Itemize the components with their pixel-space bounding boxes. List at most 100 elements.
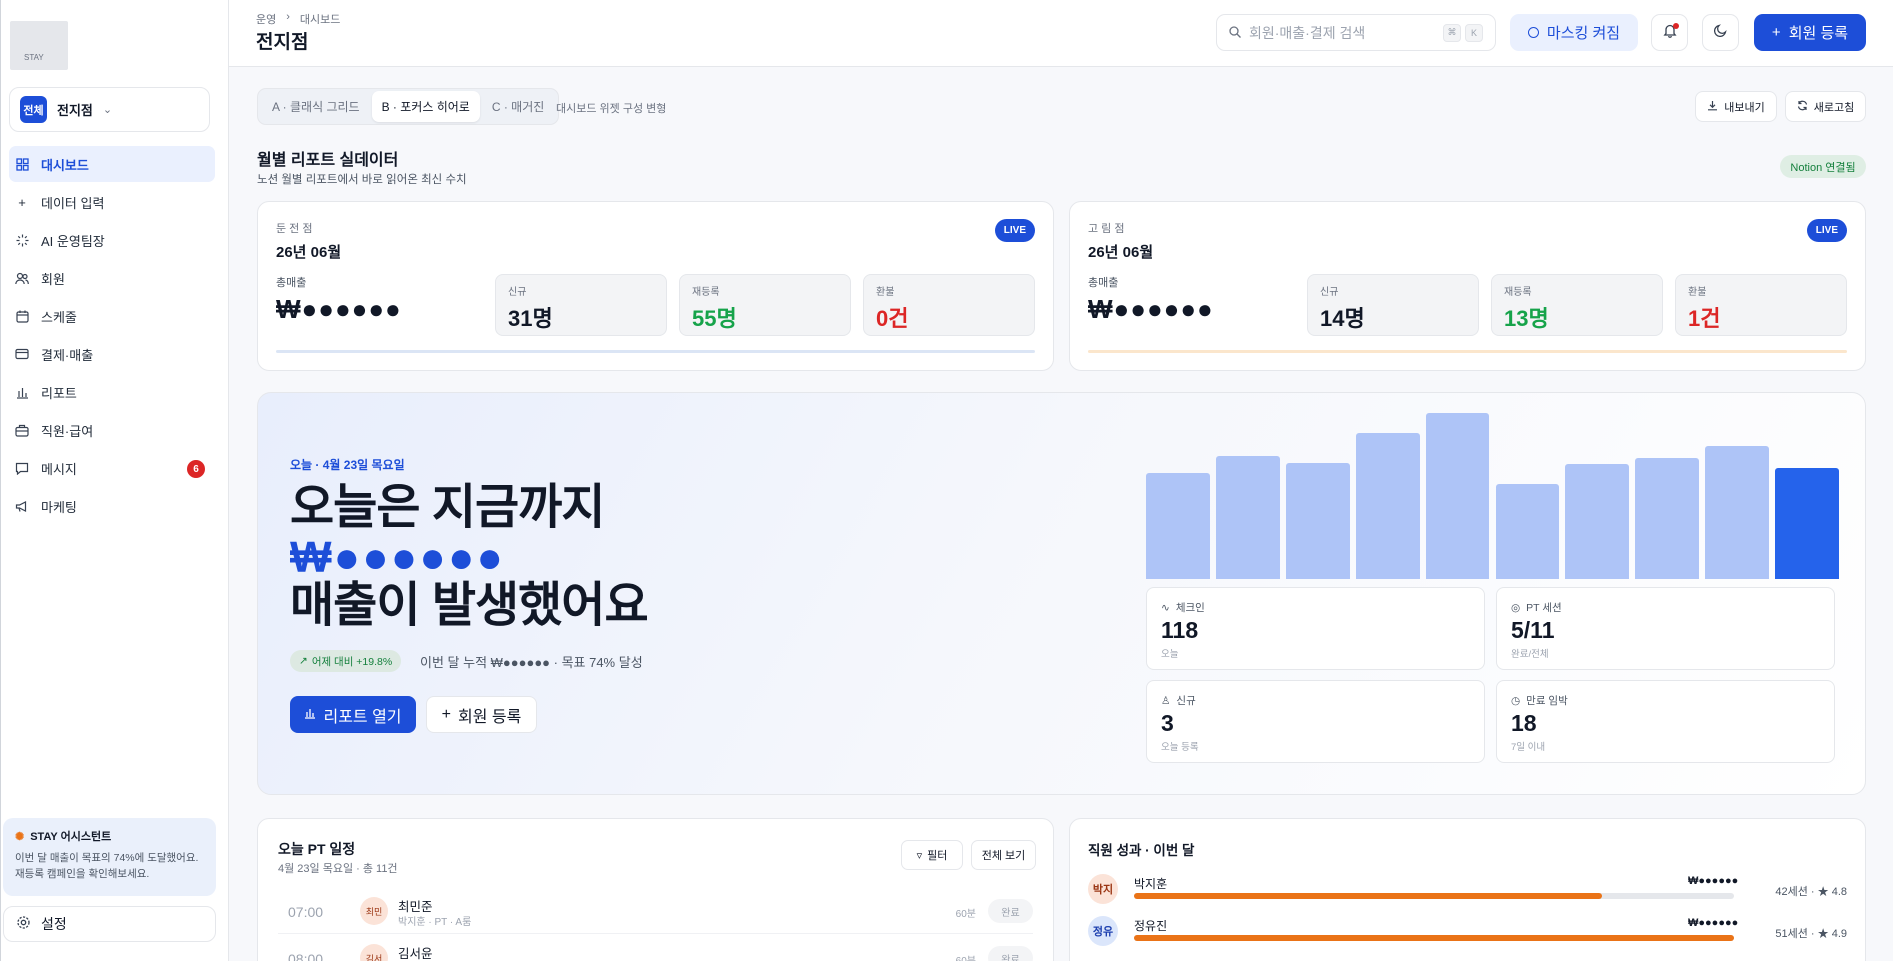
refresh-button[interactable]: 새로고침 xyxy=(1785,91,1866,122)
branch-tag: 전체 xyxy=(20,96,47,123)
section-subtitle: 노션 월별 리포트에서 바로 읽어온 최신 수치 xyxy=(257,174,467,186)
session-time: 08:00 xyxy=(288,951,324,961)
settings-label: 설정 xyxy=(41,916,67,932)
sidebar-item-label: 직원·급여 xyxy=(41,423,94,439)
layout-variant-tabs: A · 클래식 그리드 B · 포커스 히어로 C · 매거진 xyxy=(257,88,560,125)
open-report-button[interactable]: 리포트 열기 xyxy=(290,696,416,733)
theme-toggle[interactable] xyxy=(1702,14,1739,51)
staff-sales: ₩●●●●●● xyxy=(1688,917,1739,929)
avatar: 정유 xyxy=(1088,916,1118,946)
staff-performance-card: 직원 성과 · 이번 달 박지 박지훈 ₩●●●●●● 42세션 · ★ 4.8… xyxy=(1069,818,1866,961)
sidebar-item-dashboard[interactable]: 대시보드 xyxy=(9,146,215,182)
settings-button[interactable]: 설정 xyxy=(3,906,216,942)
sidebar-item-members[interactable]: 회원 xyxy=(9,260,215,296)
plus-icon: + xyxy=(1771,24,1781,41)
table-row[interactable]: 08:00 김서 김서윤 60분 완료 xyxy=(278,937,1033,961)
tab-variant-c[interactable]: C · 매거진 xyxy=(482,91,554,122)
hero-panel: 오늘 · 4월 23일 목요일 오늘은 지금까지 ₩●●●●●● 매출이 발생했… xyxy=(257,392,1866,795)
clock-icon: ◷ xyxy=(1511,694,1521,707)
sidebar-item-data-entry[interactable]: + 데이터 입력 xyxy=(9,184,215,220)
avatar: 최민 xyxy=(360,897,388,925)
reregister-tile: 재등록 55명 xyxy=(679,274,851,336)
card-subtitle: 4월 23일 목요일 · 총 11건 xyxy=(278,863,398,875)
export-button[interactable]: 내보내기 xyxy=(1695,91,1777,122)
users-icon xyxy=(15,271,29,285)
sidebar-item-label: 마케팅 xyxy=(41,499,77,515)
pt-schedule-card: 오늘 PT 일정 4월 23일 목요일 · 총 11건 ▿ 필터 전체 보기 0… xyxy=(257,818,1054,961)
branch-report-card[interactable]: 둔 전 점 26년 06월 LIVE 총매출 ₩●●●●●● 신규 31명 재등… xyxy=(257,201,1054,371)
total-sales-label: 총매출 xyxy=(1088,277,1119,289)
hero-headline-end: 매출이 발생했어요 xyxy=(290,579,649,632)
refresh-label: 새로고침 xyxy=(1813,101,1855,114)
sidebar-item-marketing[interactable]: 마케팅 xyxy=(9,488,215,524)
staff-row[interactable]: 박지 박지훈 ₩●●●●●● 42세션 · ★ 4.8 xyxy=(1088,874,1847,910)
sidebar-item-staff[interactable]: 직원·급여 xyxy=(9,412,215,448)
new-value: 14명 xyxy=(1320,306,1365,331)
assistant-card[interactable]: ✺ STAY 어시스턴트 이번 달 매출이 목표의 74%에 도달했어요. 재등록… xyxy=(3,818,216,896)
growth-badge: ↗ 어제 대비 +19.8% xyxy=(290,650,402,672)
staff-meta: 42세션 · ★ 4.8 xyxy=(1775,886,1847,898)
sidebar-item-label: AI 운영팀장 xyxy=(41,233,105,249)
stat-sub: 오늘 등록 xyxy=(1161,742,1199,753)
sidebar-item-schedule[interactable]: 스케줄 xyxy=(9,298,215,334)
briefcase-icon xyxy=(15,423,29,437)
sidebar-item-messages[interactable]: 메시지 6 xyxy=(9,450,215,486)
session-time: 07:00 xyxy=(288,904,324,920)
kbd-key: K xyxy=(1465,23,1483,42)
sidebar-item-reports[interactable]: 리포트 xyxy=(9,374,215,410)
filter-button[interactable]: ▿ 필터 xyxy=(901,840,963,870)
register-member-button[interactable]: + 회원 등록 xyxy=(1754,14,1866,51)
assistant-text: 이번 달 매출이 목표의 74%에 도달했어요. 재등록 캠페인을 확인해보세요… xyxy=(15,852,199,880)
trend-up-icon: ↗ xyxy=(299,655,308,667)
branch-name: 고 림 점 xyxy=(1088,223,1125,235)
avatar: 김서 xyxy=(360,944,388,961)
stat-sub: 7일 이내 xyxy=(1511,742,1546,753)
chevron-right-icon: › xyxy=(286,11,290,23)
progress-fill xyxy=(1134,935,1734,941)
chart-bar xyxy=(1146,472,1210,579)
progress-track xyxy=(1134,893,1734,899)
branch-report-card[interactable]: 고 림 점 26년 06월 LIVE 총매출 ₩●●●●●● 신규 14명 재등… xyxy=(1069,201,1866,371)
variant-caption: 대시보드 위젯 구성 변형 xyxy=(556,103,667,115)
staff-row[interactable]: 정유 정유진 ₩●●●●●● 51세션 · ★ 4.9 xyxy=(1088,916,1847,952)
sparkle-icon: ✺ xyxy=(15,830,25,843)
stat-value: 3 xyxy=(1161,710,1174,736)
chart-bar xyxy=(1705,446,1770,579)
report-month: 26년 06월 xyxy=(276,244,342,261)
sidebar-item-payments[interactable]: 결제·매출 xyxy=(9,336,215,372)
new-member-stat: ♙ 신규 3 오늘 등록 xyxy=(1146,680,1485,763)
branch-selector[interactable]: 전체 전지점 ⌄ xyxy=(9,87,210,132)
staff-meta: 51세션 · ★ 4.9 xyxy=(1775,928,1847,940)
session-duration: 60분 xyxy=(956,952,976,961)
breadcrumb-item[interactable]: 운영 xyxy=(256,11,276,27)
notifications-button[interactable] xyxy=(1651,14,1688,51)
register-label: 회원 등록 xyxy=(458,708,522,726)
search-input[interactable]: 회원·매출·결제 검색 ⌘ K xyxy=(1216,14,1496,51)
hero-sales-amount: ₩●●●●●● xyxy=(290,533,505,582)
sidebar-item-label: 결제·매출 xyxy=(41,347,94,363)
view-all-button[interactable]: 전체 보기 xyxy=(971,840,1036,870)
refund-tile: 환불 1건 xyxy=(1675,274,1847,336)
stat-label: PT 세션 xyxy=(1526,602,1562,614)
breadcrumb-item: 대시보드 xyxy=(299,14,341,26)
plus-icon: + xyxy=(441,705,451,723)
masking-toggle[interactable]: 마스킹 켜짐 xyxy=(1510,14,1638,51)
logo-text: STAY xyxy=(24,53,44,62)
sidebar-item-ai-manager[interactable]: AI 운영팀장 xyxy=(9,222,215,258)
search-placeholder: 회원·매출·결제 검색 xyxy=(1249,24,1366,41)
logo[interactable]: STAY xyxy=(10,21,68,70)
tab-variant-b[interactable]: B · 포커스 히어로 xyxy=(371,91,480,122)
monthly-progress-note: 이번 달 누적 ₩●●●●●● · 목표 74% 달성 xyxy=(420,655,643,670)
tab-variant-a[interactable]: A · 클래식 그리드 xyxy=(262,91,370,122)
bar-chart-icon xyxy=(15,385,29,399)
branch-name: 전지점 xyxy=(57,103,93,118)
register-member-button[interactable]: + 회원 등록 xyxy=(426,696,537,733)
view-all-label: 전체 보기 xyxy=(981,850,1026,862)
new-members-tile: 신규 31명 xyxy=(495,274,667,336)
moon-icon xyxy=(1713,23,1727,42)
calendar-icon xyxy=(15,309,29,323)
growth-text: 어제 대비 +19.8% xyxy=(311,655,393,668)
filter-icon: ▿ xyxy=(916,849,923,862)
export-label: 내보내기 xyxy=(1724,101,1765,114)
table-row[interactable]: 07:00 최민 최민준 박지훈 · PT · A룸 60분 완료 xyxy=(278,890,1033,934)
